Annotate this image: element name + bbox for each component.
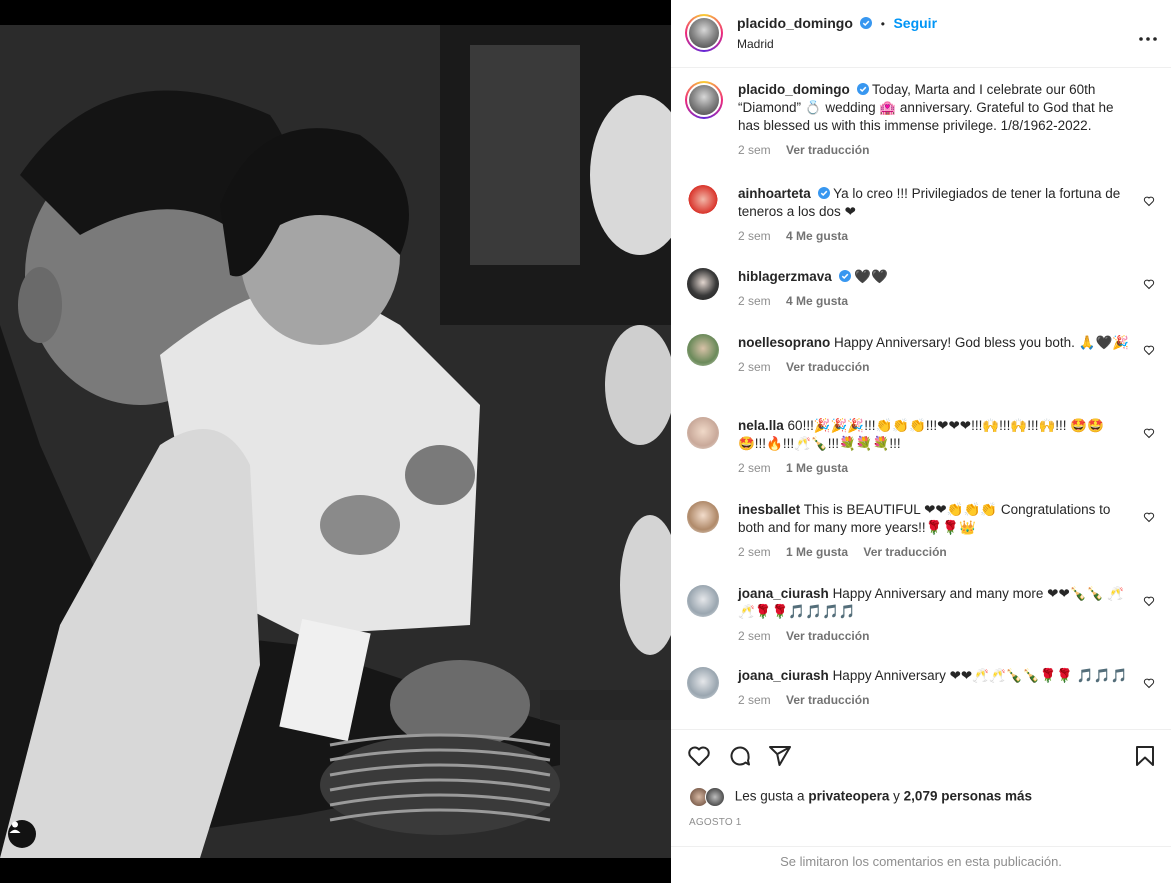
- post-header: placido_domingo • Seguir Madrid: [671, 0, 1171, 68]
- separator-dot: •: [880, 17, 885, 31]
- comment-like-heart-icon[interactable]: [1143, 595, 1155, 607]
- liker-avatars: [689, 787, 727, 807]
- likes-summary: Les gusta a privateopera y 2,079 persona…: [689, 787, 1032, 807]
- comment-likes[interactable]: 4 Me gusta: [786, 294, 848, 308]
- post-photo[interactable]: [0, 25, 671, 858]
- comments-list[interactable]: placido_domingo Today, Marta and I celeb…: [671, 69, 1171, 729]
- photo-illustration: [0, 25, 671, 858]
- comment-text: Happy Anniversary! God bless you both. 🙏…: [834, 335, 1130, 350]
- commenter-avatar[interactable]: [687, 667, 719, 699]
- commenter-avatar[interactable]: [687, 501, 719, 533]
- commenter-avatar[interactable]: [687, 185, 719, 217]
- liked-and: y: [893, 788, 900, 804]
- comment-username[interactable]: inesballet: [738, 502, 800, 517]
- comment-body: inesballet This is BEAUTIFUL ❤❤👏👏👏 Congr…: [738, 501, 1131, 561]
- comment-translate-link[interactable]: Ver traducción: [786, 693, 869, 707]
- comment-body: joana_ciurash Happy Anniversary and many…: [738, 585, 1131, 645]
- comment-body: ainhoarteta Ya lo creo !!! Privilegiados…: [738, 185, 1131, 245]
- commenter-avatar[interactable]: [687, 334, 719, 366]
- caption-meta: 2 sem Ver traducción: [738, 141, 1131, 159]
- caption-username[interactable]: placido_domingo: [738, 82, 850, 97]
- comment-like-heart-icon[interactable]: [1143, 677, 1155, 689]
- share-icon[interactable]: [768, 744, 792, 768]
- author-avatar[interactable]: [685, 14, 723, 52]
- caption-avatar[interactable]: [685, 81, 723, 119]
- post-side-panel: placido_domingo • Seguir Madrid placido_…: [671, 0, 1171, 883]
- verified-badge-icon: [817, 187, 830, 199]
- comment-username[interactable]: nela.lla: [738, 418, 784, 433]
- comment-icon[interactable]: [728, 744, 752, 768]
- comment-likes[interactable]: 1 Me gusta: [786, 461, 848, 475]
- comment-likes[interactable]: 1 Me gusta: [786, 545, 848, 559]
- comment-likes[interactable]: 4 Me gusta: [786, 229, 848, 243]
- liked-user-link[interactable]: privateopera: [808, 789, 889, 804]
- comment-like-heart-icon[interactable]: [1143, 511, 1155, 523]
- bookmark-icon[interactable]: [1133, 744, 1157, 768]
- comment-username[interactable]: joana_ciurash: [738, 668, 829, 683]
- comment-username[interactable]: noellesoprano: [738, 335, 830, 350]
- post-actions: Les gusta a privateopera y 2,079 persona…: [671, 729, 1171, 883]
- comment-meta: 2 sem 4 Me gusta: [738, 227, 1131, 245]
- comment-body: joana_ciurash Happy Anniversary ❤❤🥂🥂🍾🍾🌹🌹…: [738, 667, 1131, 709]
- comment-time[interactable]: 2 sem: [738, 229, 771, 243]
- caption-body: placido_domingo Today, Marta and I celeb…: [738, 81, 1131, 159]
- comment-meta: 2 sem 1 Me gusta: [738, 459, 1131, 477]
- comment-time[interactable]: 2 sem: [738, 545, 771, 559]
- author-username[interactable]: placido_domingo: [737, 15, 853, 31]
- comment-username[interactable]: hiblagerzmava: [738, 269, 832, 284]
- comment-body: nela.lla 60!!!🎉🎉🎉!!!👏👏👏!!!❤❤❤!!!🙌!!!🙌!!!…: [738, 417, 1131, 477]
- user-tag-icon[interactable]: [8, 820, 36, 848]
- comment-like-heart-icon[interactable]: [1143, 195, 1155, 207]
- comments-limited-notice: Se limitaron los comentarios en esta pub…: [671, 846, 1171, 883]
- comment-meta: 2 sem Ver traducción: [738, 691, 1131, 709]
- caption-time[interactable]: 2 sem: [738, 143, 771, 157]
- follow-button[interactable]: Seguir: [893, 15, 937, 31]
- comment-meta: 2 sem 1 Me gusta Ver traducción: [738, 543, 1131, 561]
- comment-body: hiblagerzmava 🖤🖤 2 sem 4 Me gusta: [738, 268, 1131, 310]
- comment-time[interactable]: 2 sem: [738, 693, 771, 707]
- comment-time[interactable]: 2 sem: [738, 360, 771, 374]
- liked-others-link[interactable]: 2,079 personas más: [904, 789, 1032, 804]
- comment-text: 🖤🖤: [854, 269, 888, 284]
- author-line: placido_domingo • Seguir: [737, 15, 937, 33]
- comment-time[interactable]: 2 sem: [738, 629, 771, 643]
- comment-meta: 2 sem Ver traducción: [738, 627, 1131, 645]
- post-date[interactable]: AGOSTO 1: [689, 817, 742, 828]
- comment-like-heart-icon[interactable]: [1143, 344, 1155, 356]
- comment-translate-link[interactable]: Ver traducción: [786, 360, 869, 374]
- caption-translate-link[interactable]: Ver traducción: [786, 143, 869, 157]
- comment-time[interactable]: 2 sem: [738, 294, 771, 308]
- liked-prefix: Les gusta a: [734, 788, 805, 804]
- more-options-icon[interactable]: [1139, 24, 1157, 47]
- comment-body: noellesoprano Happy Anniversary! God ble…: [738, 334, 1131, 376]
- heart-icon[interactable]: [687, 744, 711, 768]
- commenter-avatar[interactable]: [687, 417, 719, 449]
- comment-text: 60!!!🎉🎉🎉!!!👏👏👏!!!❤❤❤!!!🙌!!!🙌!!!🙌!!! 🤩🤩🤩!…: [738, 418, 1104, 451]
- commenter-avatar[interactable]: [687, 585, 719, 617]
- comment-like-heart-icon[interactable]: [1143, 427, 1155, 439]
- comment-like-heart-icon[interactable]: [1143, 278, 1155, 290]
- person-icon: [9, 821, 21, 833]
- commenter-avatar[interactable]: [687, 268, 719, 300]
- verified-badge-icon: [838, 270, 851, 282]
- comment-meta: 2 sem 4 Me gusta: [738, 292, 1131, 310]
- comment-time[interactable]: 2 sem: [738, 461, 771, 475]
- verified-badge-icon: [860, 17, 873, 29]
- comment-text: Happy Anniversary ❤❤🥂🥂🍾🍾🌹🌹 🎵🎵🎵: [832, 668, 1128, 683]
- comment-translate-link[interactable]: Ver traducción: [863, 545, 946, 559]
- verified-badge-icon: [856, 83, 869, 95]
- comment-username[interactable]: ainhoarteta: [738, 186, 811, 201]
- comment-username[interactable]: joana_ciurash: [738, 586, 829, 601]
- post-location[interactable]: Madrid: [737, 37, 774, 51]
- comment-meta: 2 sem Ver traducción: [738, 358, 1131, 376]
- comment-translate-link[interactable]: Ver traducción: [786, 629, 869, 643]
- post-media-panel: [0, 0, 671, 883]
